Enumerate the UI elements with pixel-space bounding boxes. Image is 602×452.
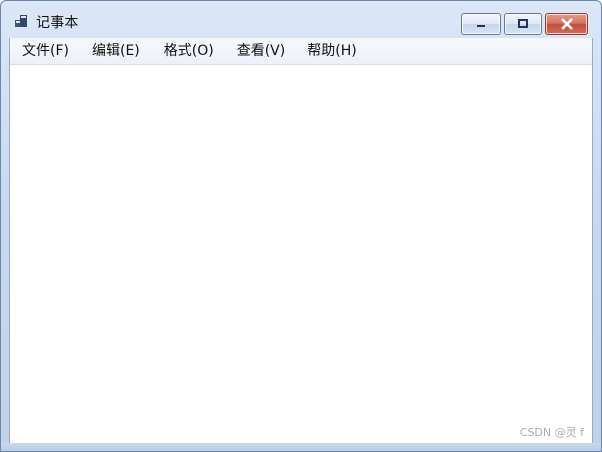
window-title: 记事本 [36,15,79,31]
menu-help[interactable]: 帮助(H) [307,42,356,60]
text-editor[interactable] [12,65,590,445]
window-bottom-border [1,443,601,451]
menu-file[interactable]: 文件(F) [22,42,69,60]
menu-bar: 文件(F) 编辑(E) 格式(O) 查看(V) 帮助(H) [10,38,592,65]
notepad-window: 记事本 文件(F) 编辑(E) 格式(O) 查看(V) 帮助(H) CSDN @… [0,0,602,452]
watermark-text: CSDN @灵 f [519,426,584,439]
menu-edit[interactable]: 编辑(E) [92,42,140,60]
close-icon [560,18,573,30]
client-area: 文件(F) 编辑(E) 格式(O) 查看(V) 帮助(H) CSDN @灵 f [9,38,593,445]
caption-buttons [458,13,588,36]
minimize-icon [477,25,485,27]
menu-format[interactable]: 格式(O) [164,42,214,60]
minimize-button[interactable] [461,13,501,35]
maximize-icon [518,19,528,28]
menu-view[interactable]: 查看(V) [237,42,286,60]
notepad-icon[interactable] [13,13,29,29]
title-bar[interactable]: 记事本 [1,1,601,38]
maximize-button[interactable] [504,13,542,35]
close-button[interactable] [545,13,588,35]
